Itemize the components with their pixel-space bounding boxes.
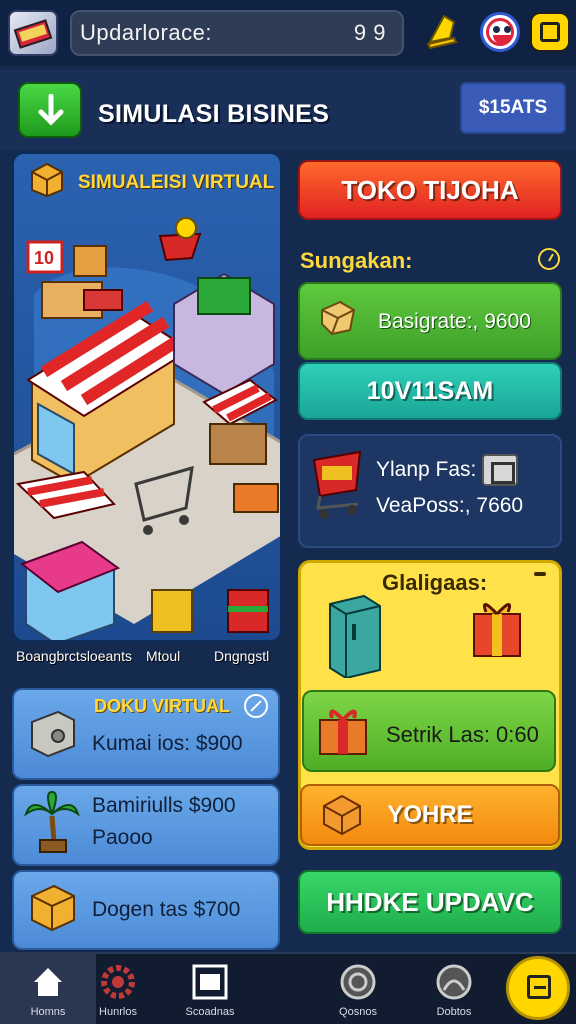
doku-title: DOKU VIRTUAL [94, 696, 230, 716]
globe-icon [340, 964, 376, 1000]
gift-icon [473, 603, 521, 657]
search-text: Updarlorace: [80, 20, 212, 45]
bamin-line-2: Paooo [92, 826, 153, 849]
gift-box-icon [319, 709, 367, 755]
download-button[interactable] [18, 82, 82, 138]
scan-icon [192, 964, 228, 1000]
cube-icon [321, 300, 356, 336]
search-bar[interactable]: Updarlorace: 9 9 [70, 10, 404, 56]
home-icon [34, 968, 62, 996]
scene-label-3: Dngngstl [214, 648, 270, 664]
section-title: Sungakan: [300, 248, 413, 273]
crate-icon [31, 884, 75, 932]
app-logo-icon[interactable] [8, 10, 58, 56]
arrow-down-icon [38, 94, 64, 126]
gear-icon [101, 965, 135, 999]
clock-icon [538, 248, 560, 270]
box-icon [31, 162, 63, 198]
scene-label-2: Mtoul [146, 648, 181, 664]
scene-title: SIMUALEISI VIRTUAL [78, 172, 275, 193]
scene-label-1: Boangbrctsloeants [16, 648, 132, 664]
nav-item-profile[interactable]: Dobtos [406, 952, 502, 1024]
profile-icon [436, 964, 472, 1000]
bell-icon[interactable] [424, 12, 462, 54]
nav-item-scan[interactable]: Scoadnas [162, 952, 258, 1024]
nav-label-4: Qosnos [339, 1006, 377, 1018]
shopping-cart-icon [312, 450, 362, 519]
nav-label-5: Dobtos [436, 1006, 472, 1018]
counter-value: 9 9 [353, 20, 386, 45]
nav-menu-button[interactable] [506, 956, 570, 1020]
stats-button[interactable]: $15ATS [460, 82, 566, 134]
nav-label-3: Scoadnas [185, 1006, 235, 1018]
isometric-market-illustration: 10 [14, 217, 280, 640]
image-icon[interactable] [482, 454, 518, 486]
cart-line-2: VeaPoss:, 7660 [376, 494, 524, 517]
safe-icon [31, 710, 75, 758]
minimize-icon[interactable] [534, 572, 546, 576]
dogen-text: Dogen tas $700 [92, 898, 241, 921]
bamin-line-1: Bamiriulls $900 [92, 794, 236, 817]
toko-button[interactable]: TOKO TIJOHA [298, 160, 562, 220]
virtual-shop-scene[interactable]: 10 [12, 152, 282, 642]
palm-tree-icon [24, 790, 80, 853]
smile-icon[interactable] [530, 12, 570, 52]
update-button[interactable]: HHDKE UPDAVC [298, 870, 562, 934]
rewards-title: Glaligaas: [382, 570, 488, 595]
setrik-text: Setrik Las: 0:60 [386, 722, 539, 747]
nav-item-settings[interactable]: Hunrlos [70, 952, 166, 1024]
disable-icon[interactable] [244, 694, 268, 718]
item-card-text: Basigrate:, 9600 [378, 310, 531, 333]
kumai-text: Kumai ios: $900 [92, 732, 243, 755]
nav-item-globe[interactable]: Qosnos [310, 952, 406, 1024]
page-title: SIMULASI BISINES [98, 100, 330, 128]
nav-label-2: Hunrlos [99, 1006, 137, 1018]
cart-line-1: Ylanp Fas: [376, 458, 477, 481]
sign-number: 10 [34, 248, 54, 268]
package-icon [323, 794, 361, 836]
fridge-icon [329, 594, 381, 678]
teal-button[interactable]: 10V11SAM [298, 362, 562, 420]
face-icon[interactable] [480, 12, 520, 52]
